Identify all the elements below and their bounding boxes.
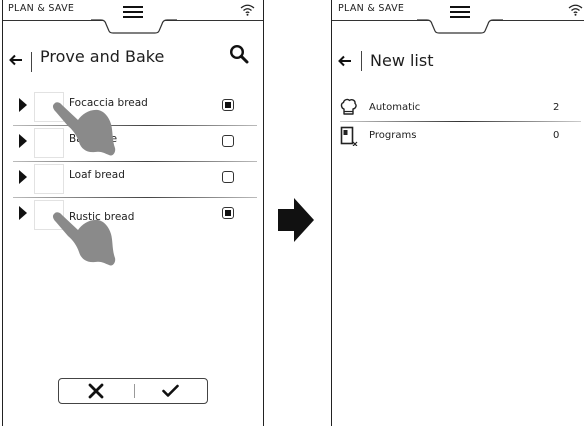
- checkmark-icon: [162, 384, 179, 397]
- expand-triangle-icon[interactable]: [19, 98, 27, 112]
- arrow-right-icon: [278, 198, 314, 242]
- list-item-automatic[interactable]: Automatic 2: [332, 96, 584, 122]
- list-item-programs[interactable]: Programs 0: [332, 124, 584, 150]
- page-title: Prove and Bake: [40, 47, 165, 66]
- expand-triangle-icon[interactable]: [19, 170, 27, 184]
- recipe-checkbox[interactable]: [222, 99, 234, 111]
- list-item-label: Programs: [369, 130, 417, 141]
- title-separator: [361, 51, 362, 71]
- recipe-checkbox[interactable]: [222, 171, 234, 183]
- page-title: New list: [370, 51, 434, 70]
- close-icon: [88, 383, 104, 399]
- wifi-icon: [568, 4, 583, 16]
- back-arrow-icon[interactable]: [9, 54, 23, 66]
- recipe-row-focaccia[interactable]: Focaccia bread: [3, 89, 263, 126]
- brand-label: PLAN & SAVE: [338, 3, 405, 14]
- recipe-row-baguette[interactable]: Baguette: [3, 125, 263, 162]
- search-icon[interactable]: [229, 44, 249, 64]
- recipe-row-loaf[interactable]: Loaf bread: [3, 161, 263, 198]
- recipe-checkbox[interactable]: [222, 207, 234, 219]
- row-divider: [340, 121, 581, 122]
- new-list-screen: PLAN & SAVE New list Automatic 2 Program…: [331, 0, 584, 426]
- cancel-button[interactable]: [59, 379, 134, 403]
- hamburger-menu-icon[interactable]: [123, 6, 143, 18]
- title-separator: [31, 52, 32, 72]
- program-icon: [340, 126, 358, 146]
- prove-and-bake-screen: PLAN & SAVE Prove and Bake Focaccia brea…: [2, 0, 264, 426]
- list-item-count: 2: [553, 102, 560, 113]
- wifi-icon: [240, 4, 255, 16]
- cancel-confirm-bar: [58, 378, 208, 404]
- expand-triangle-icon[interactable]: [19, 134, 27, 148]
- pointing-hand-icon: [52, 102, 116, 156]
- confirm-button[interactable]: [134, 379, 207, 403]
- chef-hat-icon: [340, 98, 357, 115]
- recipe-row-rustic[interactable]: Rustic bread: [3, 197, 263, 233]
- pointing-hand-icon: [52, 212, 116, 266]
- brand-label: PLAN & SAVE: [8, 3, 75, 14]
- list-item-count: 0: [553, 130, 560, 141]
- expand-triangle-icon[interactable]: [19, 206, 27, 220]
- list-item-label: Automatic: [369, 102, 421, 113]
- hamburger-menu-icon[interactable]: [450, 6, 470, 18]
- recipe-thumbnail: [34, 164, 64, 194]
- recipe-label: Loaf bread: [69, 169, 125, 181]
- recipe-checkbox[interactable]: [222, 135, 234, 147]
- back-arrow-icon[interactable]: [338, 55, 352, 67]
